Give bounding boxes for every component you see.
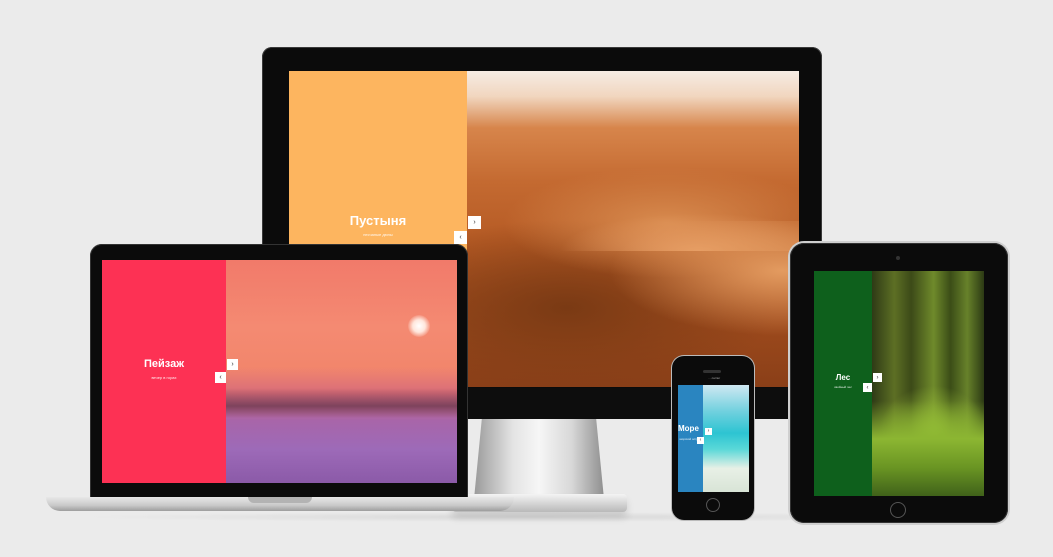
slider-next-button-desktop[interactable]: › [468,216,481,229]
sea-island-photo [703,385,749,492]
slide-title-forest: Лес [835,373,851,382]
slider-next-button-tablet[interactable]: › [873,373,882,382]
laptop-lid-notch [248,497,312,503]
slider-next-button-laptop[interactable]: › [227,359,238,370]
slider-prev-button-phone[interactable]: ‹ [697,437,704,444]
landscape-caption-panel: Пейзаж вечер в горах [102,260,226,483]
sunset-landscape-photo [226,260,457,483]
slide-title-desert: Пустыня [349,213,407,228]
slider-next-button-phone[interactable]: › [705,428,712,435]
tablet-home-button[interactable] [890,502,906,518]
tablet-camera [896,256,900,260]
phone-home-button[interactable] [706,498,720,512]
tablet-screen: Лес хвойный лес › ‹ [814,271,984,496]
monitor-stand-neck [474,419,604,499]
phone-status-bar: ··· carrier [707,376,721,380]
sun-glow [408,315,430,337]
slider-prev-button-desktop[interactable]: ‹ [454,231,467,244]
slide-subtitle-landscape: вечер в горах [151,375,177,380]
forest-floor [872,401,984,496]
tree-line [226,388,457,418]
slide-subtitle-desert: песчаные дюны [363,232,393,237]
phone-speaker [703,370,721,373]
laptop-screen: Пейзаж вечер в горах › ‹ [102,260,457,483]
slider-prev-button-tablet[interactable]: ‹ [863,383,872,392]
slide-title-landscape: Пейзаж [143,358,185,370]
slide-title-sea: Море [678,424,699,433]
slider-prev-button-laptop[interactable]: ‹ [215,372,226,383]
phone-screen: Море морской остров › ‹ [678,385,749,492]
